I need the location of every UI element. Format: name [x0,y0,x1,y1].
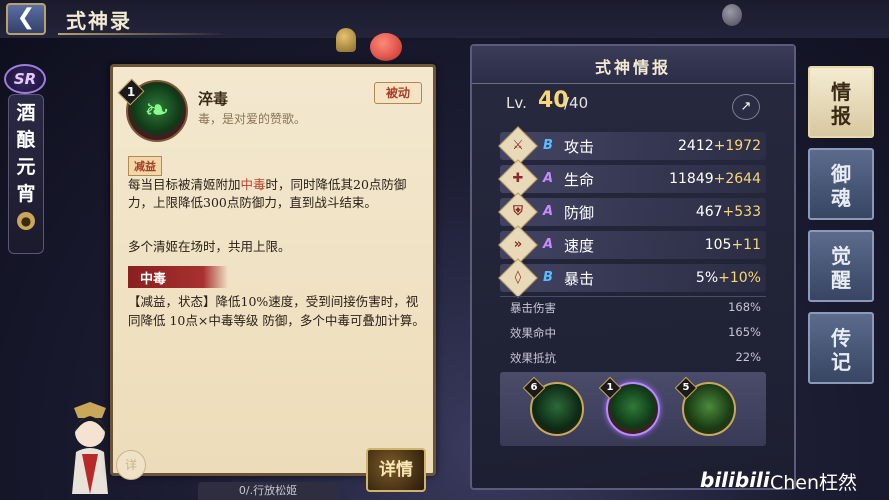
tab-biography-label[interactable]: 传记 [824,326,858,374]
stat-base: 5% [695,270,719,286]
title-underline [58,33,228,35]
skill-effect-note: 多个清姬在场时，共用上限。 [128,239,291,254]
divider [500,296,766,297]
level-label: Lv. [506,94,527,112]
level-max: /40 [564,94,589,112]
stat-value: 467+533 [696,204,761,220]
sub-header-title: 中毒 [140,272,167,287]
stat-grade: A [542,237,554,252]
tab-soul-label[interactable]: 御魂 [824,162,858,210]
bell-icon[interactable] [336,28,356,52]
crit-glyph-icon: ◊ [514,270,522,285]
stat-value: 105+11 [705,237,761,253]
sub-stat-value: 22% [735,350,761,364]
effect-keyword[interactable]: 中毒 [241,177,266,192]
sub-stat-label: 暴击伤害 [510,301,556,315]
stat-grade: A [542,171,554,186]
stat-bonus: +10% [718,270,761,286]
stat-label: 暴击 [564,270,595,288]
stat-bonus: +11 [731,237,761,253]
skill-level: 1 [126,85,136,99]
bilibili-logo: bilibili [700,468,770,492]
character-figure[interactable] [64,402,116,494]
page-title: 式神录 [66,9,132,33]
stat-bonus: +533 [722,204,761,220]
detail-button[interactable]: 详情 [366,448,426,492]
lantern-icon [722,4,742,26]
stat-grade: B [543,138,553,153]
stat-base: 467 [695,204,723,220]
skill-type-badge: 被动 [374,82,422,104]
stat-bonus: +2644 [713,171,761,187]
lock-icon[interactable]: ● [17,212,35,230]
attack-glyph-icon: ⚔ [512,138,524,153]
hp-glyph-icon: ✚ [512,171,524,186]
stat-base: 105 [704,237,732,253]
bottom-strip[interactable]: 0/.行放松姬 [198,482,338,500]
stat-label: 速度 [564,237,595,255]
daruma-icon[interactable] [370,33,402,61]
skill-name: 淬毒 [198,90,229,108]
stat-grade: B [543,270,553,285]
sub-effect-text: 【减益，状态】降低10%速度，受到间接伤害时，视同降低 10点×中毒等级 防御，… [128,294,425,328]
effect-text-before: 每当目标被清姬附加 [128,177,241,192]
speed-glyph-icon: » [513,237,523,252]
stat-label: 攻击 [564,138,595,156]
watermark-name: Chen枉然 [770,472,858,494]
back-arrow-icon: ❮ [16,5,36,30]
stat-bonus: +1972 [713,138,761,154]
stat-grade: A [542,204,554,219]
rarity-badge: SR [4,64,46,94]
sub-stat-value: 168% [728,300,761,314]
back-button[interactable]: ❮ [6,3,46,35]
skill-level: 1 [606,382,614,393]
skill-level: 5 [682,382,690,393]
skill-level: 6 [530,382,538,393]
info-title: 式神情报 [594,58,671,77]
sub-stat-label: 效果抵抗 [510,351,556,365]
sub-stat-label: 效果命中 [510,326,556,340]
detail-toggle-button[interactable]: 详 [116,450,146,480]
tab-awaken-label[interactable]: 觉醒 [824,244,858,292]
debuff-tag: 减益 [128,156,162,176]
share-icon[interactable]: ↗ [732,94,760,120]
defense-glyph-icon: ⛨ [513,204,523,219]
stat-label: 生命 [564,171,595,189]
stat-value: 5%+10% [696,270,761,286]
stat-value: 2412+1972 [678,138,761,154]
sub-stat-value: 165% [728,325,761,339]
stat-label: 防御 [564,204,595,222]
character-name: 酒酿元宵 [16,102,36,205]
tab-info-label[interactable]: 情报 [824,80,858,128]
stat-base: 11849 [669,171,714,187]
stat-value: 11849+2644 [669,171,761,187]
skill-effect-text: 每当目标被清姬附加中毒时，同时降低其20点防御力，上限降低300点防御力，直到战… [128,176,428,212]
skill-flavor-text: 毒，是对爱的赞歌。 [198,112,307,126]
stat-base: 2412 [678,138,714,154]
